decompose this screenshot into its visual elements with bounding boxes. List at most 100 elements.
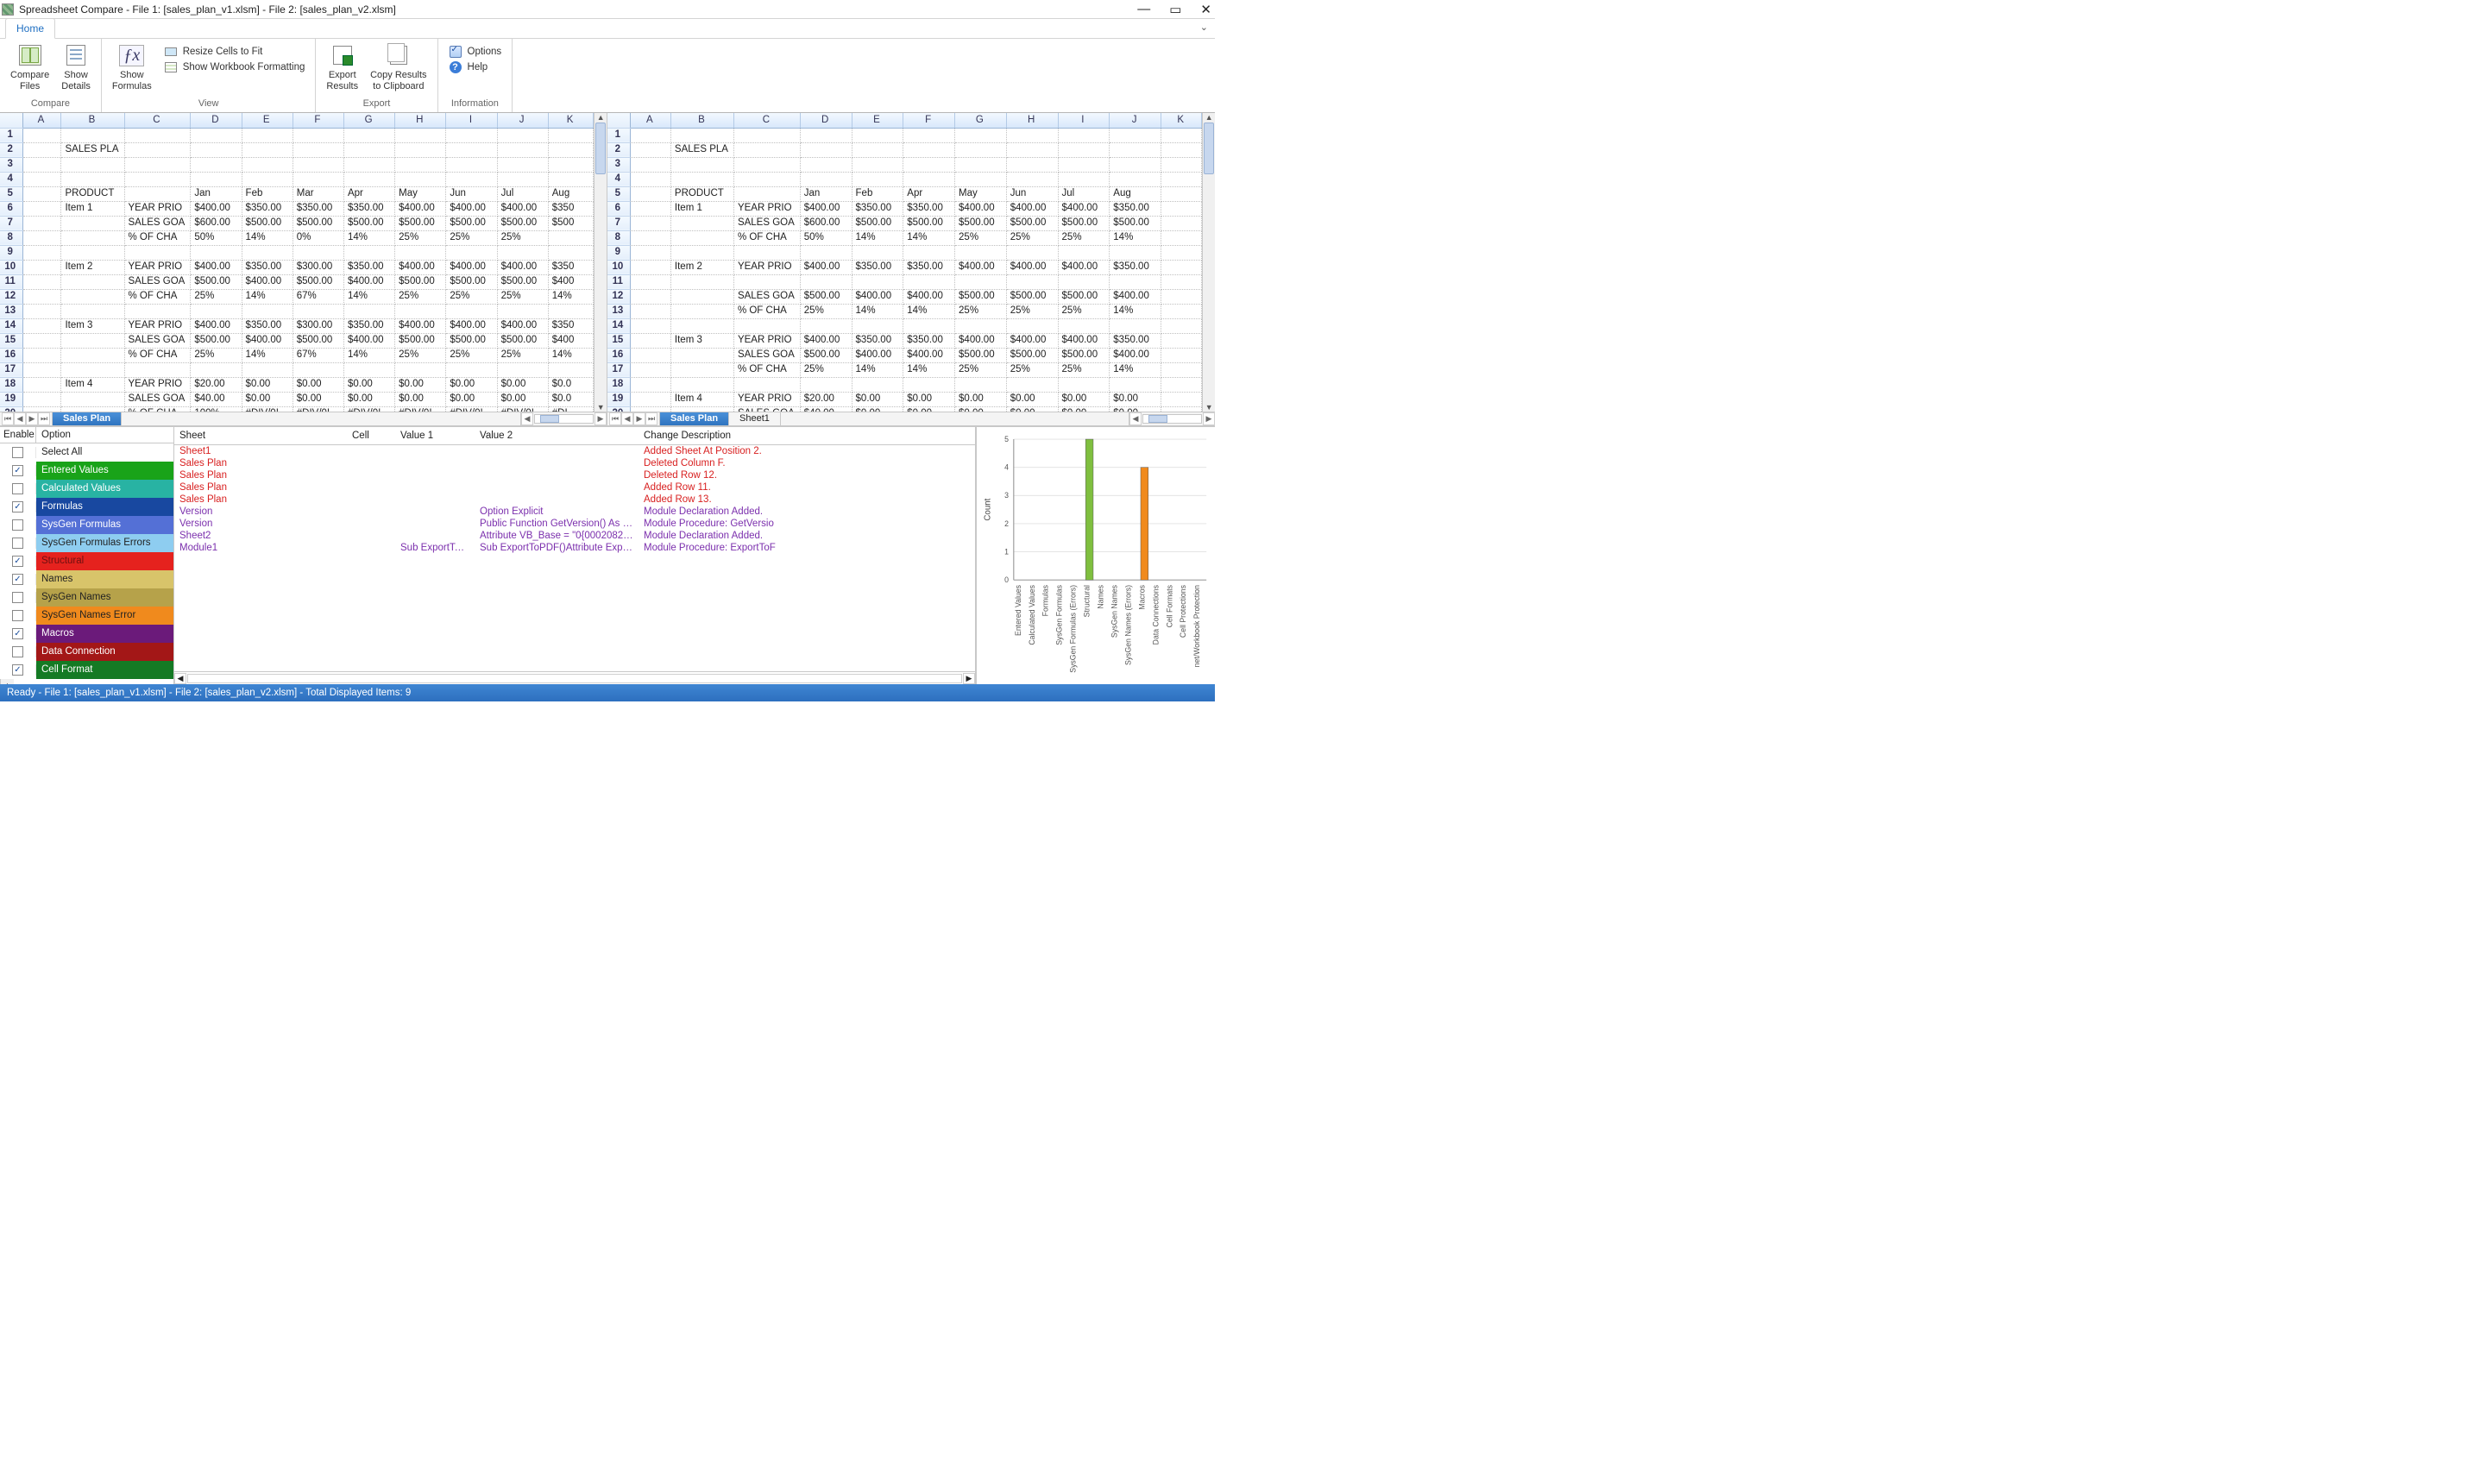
option-row[interactable]: Select All	[0, 443, 173, 462]
grid-right-vscroll[interactable]: ▲▼	[1202, 113, 1215, 412]
tab-nav-next[interactable]: ▶	[26, 412, 38, 425]
diff-row[interactable]: Sales PlanDeleted Column F.	[174, 457, 975, 469]
show-formulas-button[interactable]: ƒx Show Formulas	[107, 41, 157, 97]
status-text: Ready - File 1: [sales_plan_v1.xlsm] - F…	[7, 688, 411, 698]
option-row[interactable]: ✓Cell Format	[0, 661, 173, 679]
diff-row[interactable]: VersionOption ExplicitModule Declaration…	[174, 506, 975, 518]
help-icon: ?	[449, 60, 462, 74]
help-button[interactable]: ? Help	[444, 60, 507, 75]
sheet-tab[interactable]: Sheet1	[729, 412, 781, 425]
grid-right-cells[interactable]: ABCDEFGHIJK12SALES PLA345PRODUCTJanFebAp…	[607, 113, 1202, 412]
grid-right-hscroll[interactable]: ◀▶	[1129, 412, 1215, 425]
options-button[interactable]: Options	[444, 44, 507, 60]
option-row[interactable]: Data Connection	[0, 643, 173, 661]
tab-home[interactable]: Home	[5, 18, 55, 39]
app-icon	[2, 3, 14, 16]
export-icon	[330, 42, 355, 68]
diff-row[interactable]: Sales PlanAdded Row 13.	[174, 494, 975, 506]
close-button[interactable]: ✕	[1200, 2, 1211, 17]
ribbon: Compare Files Show Details Compare ƒx Sh…	[0, 39, 1215, 113]
grid-left-vscroll[interactable]: ▲▼	[594, 113, 607, 412]
ribbon-collapse-icon[interactable]: ⌄	[1200, 22, 1208, 33]
option-row[interactable]: ✓Structural	[0, 552, 173, 570]
tab-nav-first[interactable]: ⏮	[609, 412, 621, 425]
lower-panes: Enable Option Select All✓Entered ValuesC…	[0, 425, 1215, 684]
show-formatting-icon	[164, 60, 178, 74]
grid-left-hscroll[interactable]: ◀▶	[520, 412, 607, 425]
grid-right: ABCDEFGHIJK12SALES PLA345PRODUCTJanFebAp…	[607, 113, 1215, 425]
diff-row[interactable]: Module1Sub ExportToP...Sub ExportToPDF()…	[174, 542, 975, 554]
option-row[interactable]: ✓Formulas	[0, 498, 173, 516]
clipboard-icon	[386, 42, 412, 68]
compare-files-button[interactable]: Compare Files	[5, 41, 54, 97]
svg-text:0: 0	[1004, 575, 1009, 584]
tab-nav-prev[interactable]: ◀	[621, 412, 633, 425]
option-checkbox[interactable]: ✓	[12, 556, 23, 567]
compare-grids: ABCDEFGHIJK12SALES PLA345PRODUCTJanFebMa…	[0, 113, 1215, 425]
svg-text:SysGen Names (Errors): SysGen Names (Errors)	[1123, 585, 1132, 665]
tab-nav-next[interactable]: ▶	[633, 412, 645, 425]
chart-pane: 012345Entered ValuesCalculated ValuesFor…	[977, 427, 1215, 684]
ribbon-group-label: Information	[451, 97, 499, 109]
option-checkbox[interactable]	[12, 646, 23, 657]
summary-bar-chart: 012345Entered ValuesCalculated ValuesFor…	[980, 429, 1211, 684]
maximize-button[interactable]: ▭	[1169, 2, 1181, 17]
svg-text:Cell Protections: Cell Protections	[1179, 584, 1187, 638]
option-checkbox[interactable]: ✓	[12, 664, 23, 676]
option-checkbox[interactable]	[12, 538, 23, 549]
ribbon-group-information: Options ? Help Information	[438, 39, 513, 112]
grid-left: ABCDEFGHIJK12SALES PLA345PRODUCTJanFebMa…	[0, 113, 607, 425]
resize-icon	[164, 45, 178, 59]
diff-row[interactable]: Sales PlanDeleted Row 12.	[174, 469, 975, 481]
resize-cells-button[interactable]: Resize Cells to Fit	[159, 44, 311, 60]
option-row[interactable]: SysGen Names	[0, 588, 173, 607]
option-checkbox[interactable]: ✓	[12, 465, 23, 476]
tab-nav-first[interactable]: ⏮	[2, 412, 14, 425]
option-checkbox[interactable]	[12, 610, 23, 621]
formulas-icon: ƒx	[119, 42, 145, 68]
diff-rows[interactable]: Sheet1Added Sheet At Position 2.Sales Pl…	[174, 445, 975, 671]
svg-text:Formulas: Formulas	[1041, 584, 1050, 616]
show-details-button[interactable]: Show Details	[56, 41, 96, 97]
option-row[interactable]: SysGen Formulas	[0, 516, 173, 534]
svg-text:Entered Values: Entered Values	[1014, 584, 1022, 636]
tab-nav-last[interactable]: ⏭	[645, 412, 657, 425]
minimize-button[interactable]: —	[1137, 2, 1150, 16]
diff-row[interactable]: Sheet2Attribute VB_Base = "0{00020820-0.…	[174, 530, 975, 542]
tab-nav-last[interactable]: ⏭	[38, 412, 50, 425]
option-row[interactable]: ✓Names	[0, 570, 173, 588]
option-checkbox[interactable]	[12, 447, 23, 458]
show-workbook-formatting-button[interactable]: Show Workbook Formatting	[159, 60, 311, 75]
sheet-tab[interactable]: Sales Plan	[660, 412, 729, 425]
option-row[interactable]: ✓Entered Values	[0, 462, 173, 480]
svg-text:Structural: Structural	[1083, 585, 1092, 617]
option-checkbox[interactable]	[12, 483, 23, 494]
svg-text:SysGen Formulas: SysGen Formulas	[1055, 584, 1064, 645]
option-checkbox[interactable]	[12, 592, 23, 603]
option-checkbox[interactable]	[12, 519, 23, 531]
sheet-tab[interactable]: Sales Plan	[53, 412, 122, 425]
svg-text:Names: Names	[1097, 584, 1105, 608]
diff-row[interactable]: VersionPublic Function GetVersion() As S…	[174, 518, 975, 530]
option-checkbox[interactable]: ✓	[12, 574, 23, 585]
svg-text:Data Connections: Data Connections	[1151, 584, 1160, 645]
option-row[interactable]: Calculated Values	[0, 480, 173, 498]
option-checkbox[interactable]: ✓	[12, 501, 23, 512]
diff-hscroll[interactable]: ◀▶	[174, 671, 975, 684]
diff-row[interactable]: Sales PlanAdded Row 11.	[174, 481, 975, 494]
export-results-button[interactable]: Export Results	[321, 41, 363, 97]
option-row[interactable]: SysGen Names Error	[0, 607, 173, 625]
tab-nav-prev[interactable]: ◀	[14, 412, 26, 425]
option-row[interactable]: SysGen Formulas Errors	[0, 534, 173, 552]
svg-text:net/Workbook Protection: net/Workbook Protection	[1192, 585, 1201, 667]
diff-pane: Sheet Cell Value 1 Value 2 Change Descri…	[174, 427, 977, 684]
diff-row[interactable]: Sheet1Added Sheet At Position 2.	[174, 445, 975, 457]
copy-results-button[interactable]: Copy Results to Clipboard	[365, 41, 431, 97]
svg-text:Calculated Values: Calculated Values	[1028, 584, 1036, 645]
option-checkbox[interactable]: ✓	[12, 628, 23, 639]
option-row[interactable]: ✓Macros	[0, 625, 173, 643]
options-vscroll[interactable]: ▲	[0, 679, 14, 684]
diff-header: Sheet Cell Value 1 Value 2 Change Descri…	[174, 427, 975, 445]
ribbon-group-label: View	[198, 97, 219, 109]
grid-left-cells[interactable]: ABCDEFGHIJK12SALES PLA345PRODUCTJanFebMa…	[0, 113, 594, 412]
